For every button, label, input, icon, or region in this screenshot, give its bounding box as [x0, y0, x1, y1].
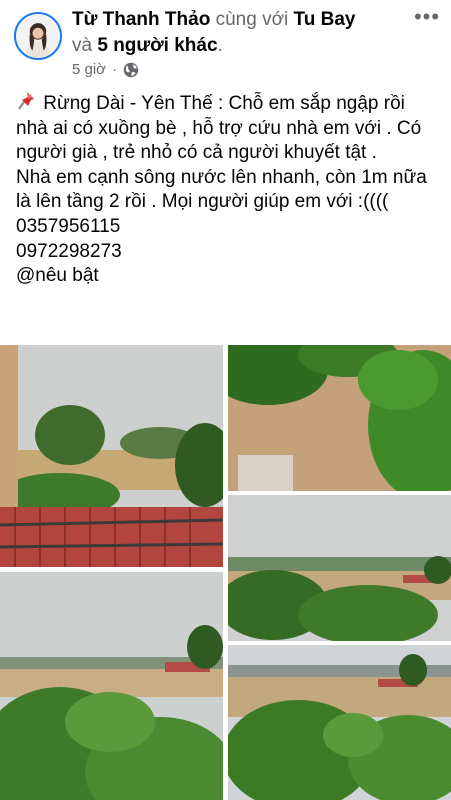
tagged-name[interactable]: Tu Bay [294, 9, 356, 30]
flood-photo-3[interactable] [228, 495, 451, 641]
with-text: cùng với [215, 9, 289, 30]
and-text: và [72, 35, 93, 56]
flood-photo-5[interactable] [228, 645, 451, 800]
post-body: Rừng Dài - Yên Thế : Chỗ em sắp ngập rồi… [16, 90, 441, 289]
post-header: Từ Thanh Thảo cùng với Tu Bay và 5 người… [0, 0, 451, 90]
photo-3-image [228, 495, 451, 641]
highlight-tag[interactable]: @nêu bật [16, 264, 441, 289]
flood-photo-4[interactable] [0, 572, 223, 800]
photo-grid [0, 345, 451, 800]
photo-4-image [0, 572, 223, 800]
period: . [217, 35, 223, 56]
more-options-icon[interactable]: ••• [412, 6, 442, 30]
post-time[interactable]: 5 giờ [72, 61, 106, 78]
avatar-image [16, 14, 60, 58]
post-meta: 5 giờ · [72, 61, 139, 78]
post-author-line: Từ Thanh Thảo cùng với Tu Bay và 5 người… [72, 7, 402, 59]
pushpin-icon [18, 92, 34, 110]
phone-number-1[interactable]: 0357956115 [16, 215, 441, 240]
flood-photo-2[interactable] [228, 345, 451, 491]
author-avatar[interactable] [14, 12, 62, 60]
post-text-paragraph-2: Nhà em cạnh sông nước lên nhanh, còn 1m … [16, 166, 427, 213]
author-name[interactable]: Từ Thanh Thảo [72, 9, 210, 30]
photo-2-image [228, 345, 451, 491]
others-link[interactable]: 5 người khác [97, 35, 217, 56]
meta-separator: · [112, 61, 118, 78]
post-line-1: Rừng Dài - Yên Thế : Chỗ em sắp ngập rồi… [16, 90, 441, 166]
phone-number-2[interactable]: 0972298273 [16, 240, 441, 265]
post-text-paragraph-1: Rừng Dài - Yên Thế : Chỗ em sắp ngập rồi… [16, 93, 422, 164]
globe-icon [123, 62, 139, 77]
photo-5-image [228, 645, 451, 800]
photo-1-image [0, 345, 223, 567]
flood-photo-1[interactable] [0, 345, 223, 567]
